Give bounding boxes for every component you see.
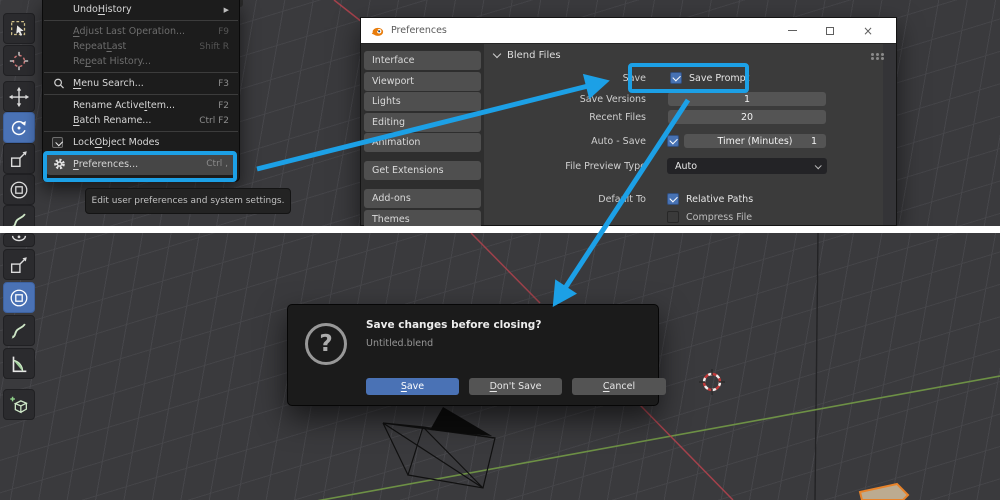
scale-tool-button[interactable]: [3, 249, 35, 280]
menu-item-lock-object-modes[interactable]: Lock Object Modes: [43, 135, 239, 150]
question-icon: ?: [305, 323, 347, 365]
file-preview-type-row: File Preview Type Auto: [488, 158, 827, 174]
preferences-tooltip: Edit user preferences and system setting…: [85, 188, 291, 214]
sidebar-item-addons[interactable]: Add-ons: [364, 189, 481, 208]
blender-screen: Undo History ▶ Adjust Last Operation... …: [0, 0, 1000, 500]
cancel-button[interactable]: Cancel: [572, 378, 666, 395]
annotate-icon: [11, 323, 26, 339]
relative-paths-row: Default To Relative Paths: [598, 193, 754, 205]
chevron-down-icon: [814, 161, 822, 169]
recent-files-row: Recent Files 20: [488, 109, 826, 125]
scroll-gutter[interactable]: [883, 44, 896, 225]
selected-object: [858, 482, 910, 500]
transform-icon: [10, 289, 28, 306]
compress-file-row: Compress File: [488, 209, 752, 225]
menu-shortcut: F3: [218, 78, 229, 89]
transform-tool-button[interactable]: [3, 174, 35, 205]
sidebar-item-lights[interactable]: Lights: [364, 92, 481, 111]
auto-save-row: Auto - Save Timer (Minutes) 1: [488, 133, 826, 149]
rotate-tool-button-partial[interactable]: [3, 233, 35, 247]
preferences-sidebar: Interface Viewport Lights Editing Animat…: [361, 44, 484, 226]
blend-files-panel-header[interactable]: Blend Files: [492, 49, 561, 61]
cursor-3d: [699, 369, 725, 395]
menu-item-menu-search[interactable]: Menu Search... F3: [43, 76, 239, 91]
save-button[interactable]: Save: [366, 378, 459, 395]
annotate-tool-button[interactable]: [3, 315, 35, 346]
chevron-down-icon: [492, 49, 502, 59]
menu-shortcut: Shift R: [199, 41, 229, 52]
compress-file-checkbox[interactable]: [667, 211, 679, 223]
menu-item-label: Undo History: [73, 4, 132, 15]
transform-icon: [10, 181, 28, 198]
add-cube-tool-button[interactable]: [3, 389, 35, 420]
menu-separator: [44, 20, 238, 21]
menu-item-batch-rename[interactable]: Batch Rename... Ctrl F2: [43, 113, 239, 128]
scale-tool-button[interactable]: [3, 143, 35, 174]
menu-shortcut: F9: [218, 26, 229, 37]
box-select-icon: [11, 20, 26, 36]
screenshot-divider: [0, 226, 1000, 233]
sidebar-item-themes[interactable]: Themes: [364, 209, 481, 226]
recent-files-field[interactable]: 20: [668, 110, 826, 124]
dialog-title: Save changes before closing?: [366, 319, 542, 331]
box-select-tool-button[interactable]: [3, 13, 35, 44]
auto-save-checkbox[interactable]: [667, 135, 679, 147]
window-title: Preferences: [391, 25, 447, 36]
annotate-tool-button[interactable]: [3, 205, 35, 226]
blender-logo-icon: [371, 27, 384, 36]
cursor-tool-button[interactable]: [3, 45, 35, 76]
lock-object-modes-checkbox[interactable]: [52, 137, 63, 148]
cursor-icon: [9, 51, 29, 70]
relative-paths-checkbox[interactable]: [667, 193, 679, 205]
panel-options-icon[interactable]: [871, 53, 874, 56]
measure-tool-button[interactable]: [3, 348, 35, 379]
add-cube-icon: [10, 396, 28, 413]
save-versions-field[interactable]: 1: [668, 92, 826, 106]
transform-tool-button[interactable]: [3, 282, 35, 313]
file-preview-type-dropdown[interactable]: Auto: [667, 158, 827, 174]
preferences-titlebar[interactable]: Preferences ×: [361, 18, 896, 43]
rotate-icon: [11, 120, 26, 135]
measure-icon: [12, 356, 27, 372]
menu-separator: [44, 94, 238, 95]
highlight-box-preferences: [43, 151, 237, 182]
preferences-window: Preferences × Interface Viewport Lights …: [360, 17, 897, 226]
rotate-icon: [11, 234, 27, 241]
move-tool-button[interactable]: [3, 81, 35, 112]
sidebar-item-get-extensions[interactable]: Get Extensions: [364, 161, 481, 180]
sidebar-item-animation[interactable]: Animation: [364, 133, 481, 152]
save-dialog: ? Save changes before closing? Untitled.…: [287, 304, 666, 406]
menu-separator: [44, 72, 238, 73]
sidebar-item-editing[interactable]: Editing: [364, 112, 481, 132]
highlight-box-save-prompt: [628, 63, 749, 93]
menu-shortcut: Ctrl F2: [199, 115, 229, 126]
dont-save-button[interactable]: Don't Save: [469, 378, 562, 395]
menu-item-adjust-last-operation[interactable]: Adjust Last Operation... F9: [43, 24, 239, 39]
camera-wireframe: [382, 407, 496, 489]
rotate-tool-button[interactable]: [3, 112, 35, 143]
auto-save-timer-field[interactable]: Timer (Minutes) 1: [684, 134, 826, 148]
submenu-arrow-icon: ▶: [223, 5, 229, 14]
move-icon: [8, 86, 30, 107]
3d-viewport-top[interactable]: Undo History ▶ Adjust Last Operation... …: [0, 0, 1000, 226]
menu-shortcut: F2: [218, 100, 229, 111]
sidebar-item-interface[interactable]: Interface: [364, 51, 481, 70]
menu-item-rename-active-item[interactable]: Rename Active Item... F2: [43, 98, 239, 113]
dialog-filename: Untitled.blend: [366, 338, 434, 349]
menu-item-undo-history[interactable]: Undo History ▶: [43, 2, 239, 17]
menu-item-repeat-history[interactable]: Re p eat History...: [43, 54, 239, 69]
scale-icon: [10, 256, 27, 273]
3d-viewport-bottom[interactable]: ? Save changes before closing? Untitled.…: [0, 233, 1000, 500]
menu-item-repeat-last[interactable]: Repeat Last Shift R: [43, 39, 239, 54]
save-versions-row: Save Versions 1: [488, 91, 826, 107]
scale-icon: [10, 150, 27, 167]
minimize-button[interactable]: [773, 21, 811, 41]
close-button[interactable]: ×: [849, 21, 887, 41]
search-icon: [52, 77, 65, 90]
maximize-button[interactable]: [811, 21, 849, 41]
menu-separator: [44, 131, 238, 132]
sidebar-item-viewport[interactable]: Viewport: [364, 71, 481, 91]
annotate-icon: [12, 213, 26, 226]
